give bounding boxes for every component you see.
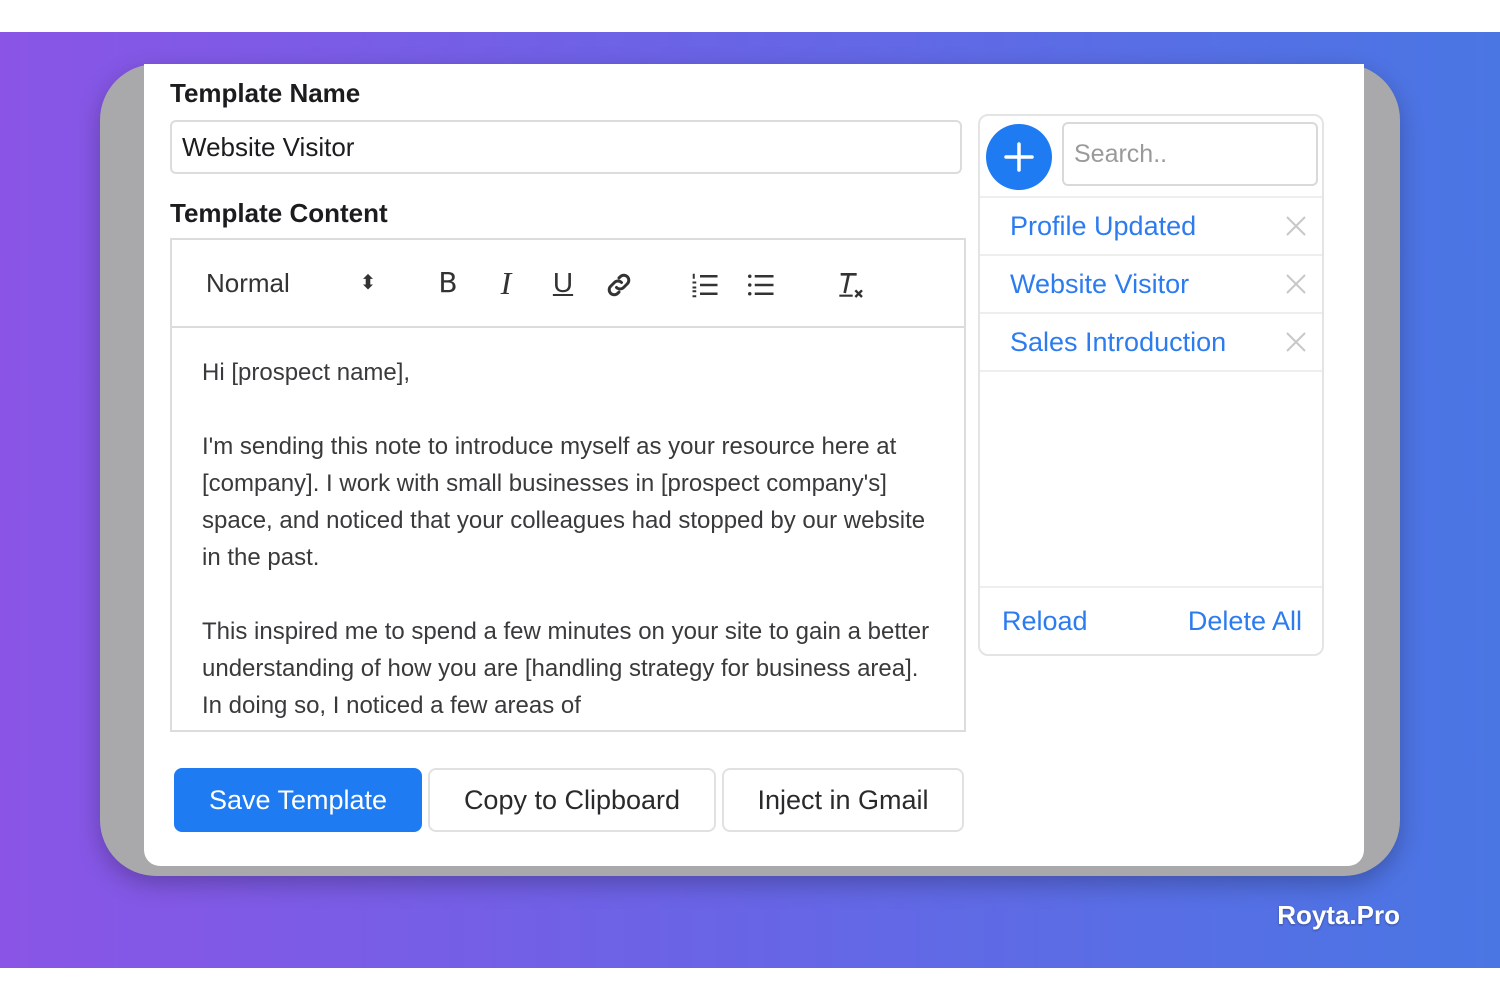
inject-in-gmail-button[interactable]: Inject in Gmail [722, 768, 964, 832]
content-paragraph: Hi [prospect name], [202, 359, 411, 386]
editor-content[interactable]: Hi [prospect name], I'm sending this not… [172, 328, 964, 730]
template-item-label[interactable]: Profile Updated [1010, 198, 1196, 254]
link-icon[interactable] [602, 240, 636, 326]
underline-button[interactable]: U [548, 240, 578, 326]
window-frame: Template Name Template Content Normal ⬍ … [100, 64, 1400, 876]
reload-link[interactable]: Reload [1002, 588, 1088, 654]
add-template-button[interactable] [986, 124, 1052, 190]
delete-all-link[interactable]: Delete All [1188, 588, 1302, 654]
template-list-item[interactable]: Sales Introduction [980, 312, 1322, 372]
editor-toolbar: Normal ⬍ B I U [172, 240, 964, 328]
bullet-list-icon[interactable] [744, 240, 778, 326]
format-select[interactable]: Normal [206, 240, 290, 326]
save-template-button[interactable]: Save Template [174, 768, 422, 832]
close-icon[interactable] [1284, 214, 1308, 238]
templates-sidebar: Profile Updated Website Visitor Sales In… [978, 114, 1324, 656]
template-content-label: Template Content [170, 198, 388, 228]
sidebar-footer: Reload Delete All [980, 586, 1322, 654]
template-name-input[interactable] [170, 120, 962, 174]
ordered-list-icon[interactable] [688, 240, 722, 326]
template-name-label: Template Name [170, 78, 361, 108]
clear-format-icon[interactable] [832, 240, 868, 326]
format-select-label: Normal [206, 268, 290, 298]
format-select-arrows-icon[interactable]: ⬍ [358, 240, 378, 326]
bold-button[interactable]: B [434, 240, 462, 326]
close-icon[interactable] [1284, 330, 1308, 354]
close-icon[interactable] [1284, 272, 1308, 296]
content-paragraph: This inspired me to spend a few minutes … [202, 618, 930, 719]
plus-icon [1004, 142, 1034, 172]
template-editor-panel: Template Name Template Content Normal ⬍ … [144, 64, 1364, 866]
italic-button[interactable]: I [492, 240, 520, 326]
watermark: Royta.Pro [1277, 900, 1400, 930]
template-list-item[interactable]: Profile Updated [980, 196, 1322, 254]
rich-text-editor[interactable]: Normal ⬍ B I U Hi [prospect name], I'm s… [170, 238, 966, 732]
template-search-input[interactable] [1062, 122, 1318, 186]
template-item-label[interactable]: Website Visitor [1010, 256, 1189, 312]
copy-to-clipboard-button[interactable]: Copy to Clipboard [428, 768, 716, 832]
template-item-label[interactable]: Sales Introduction [1010, 314, 1226, 370]
template-list-item[interactable]: Website Visitor [980, 254, 1322, 312]
content-paragraph: I'm sending this note to introduce mysel… [202, 433, 926, 571]
